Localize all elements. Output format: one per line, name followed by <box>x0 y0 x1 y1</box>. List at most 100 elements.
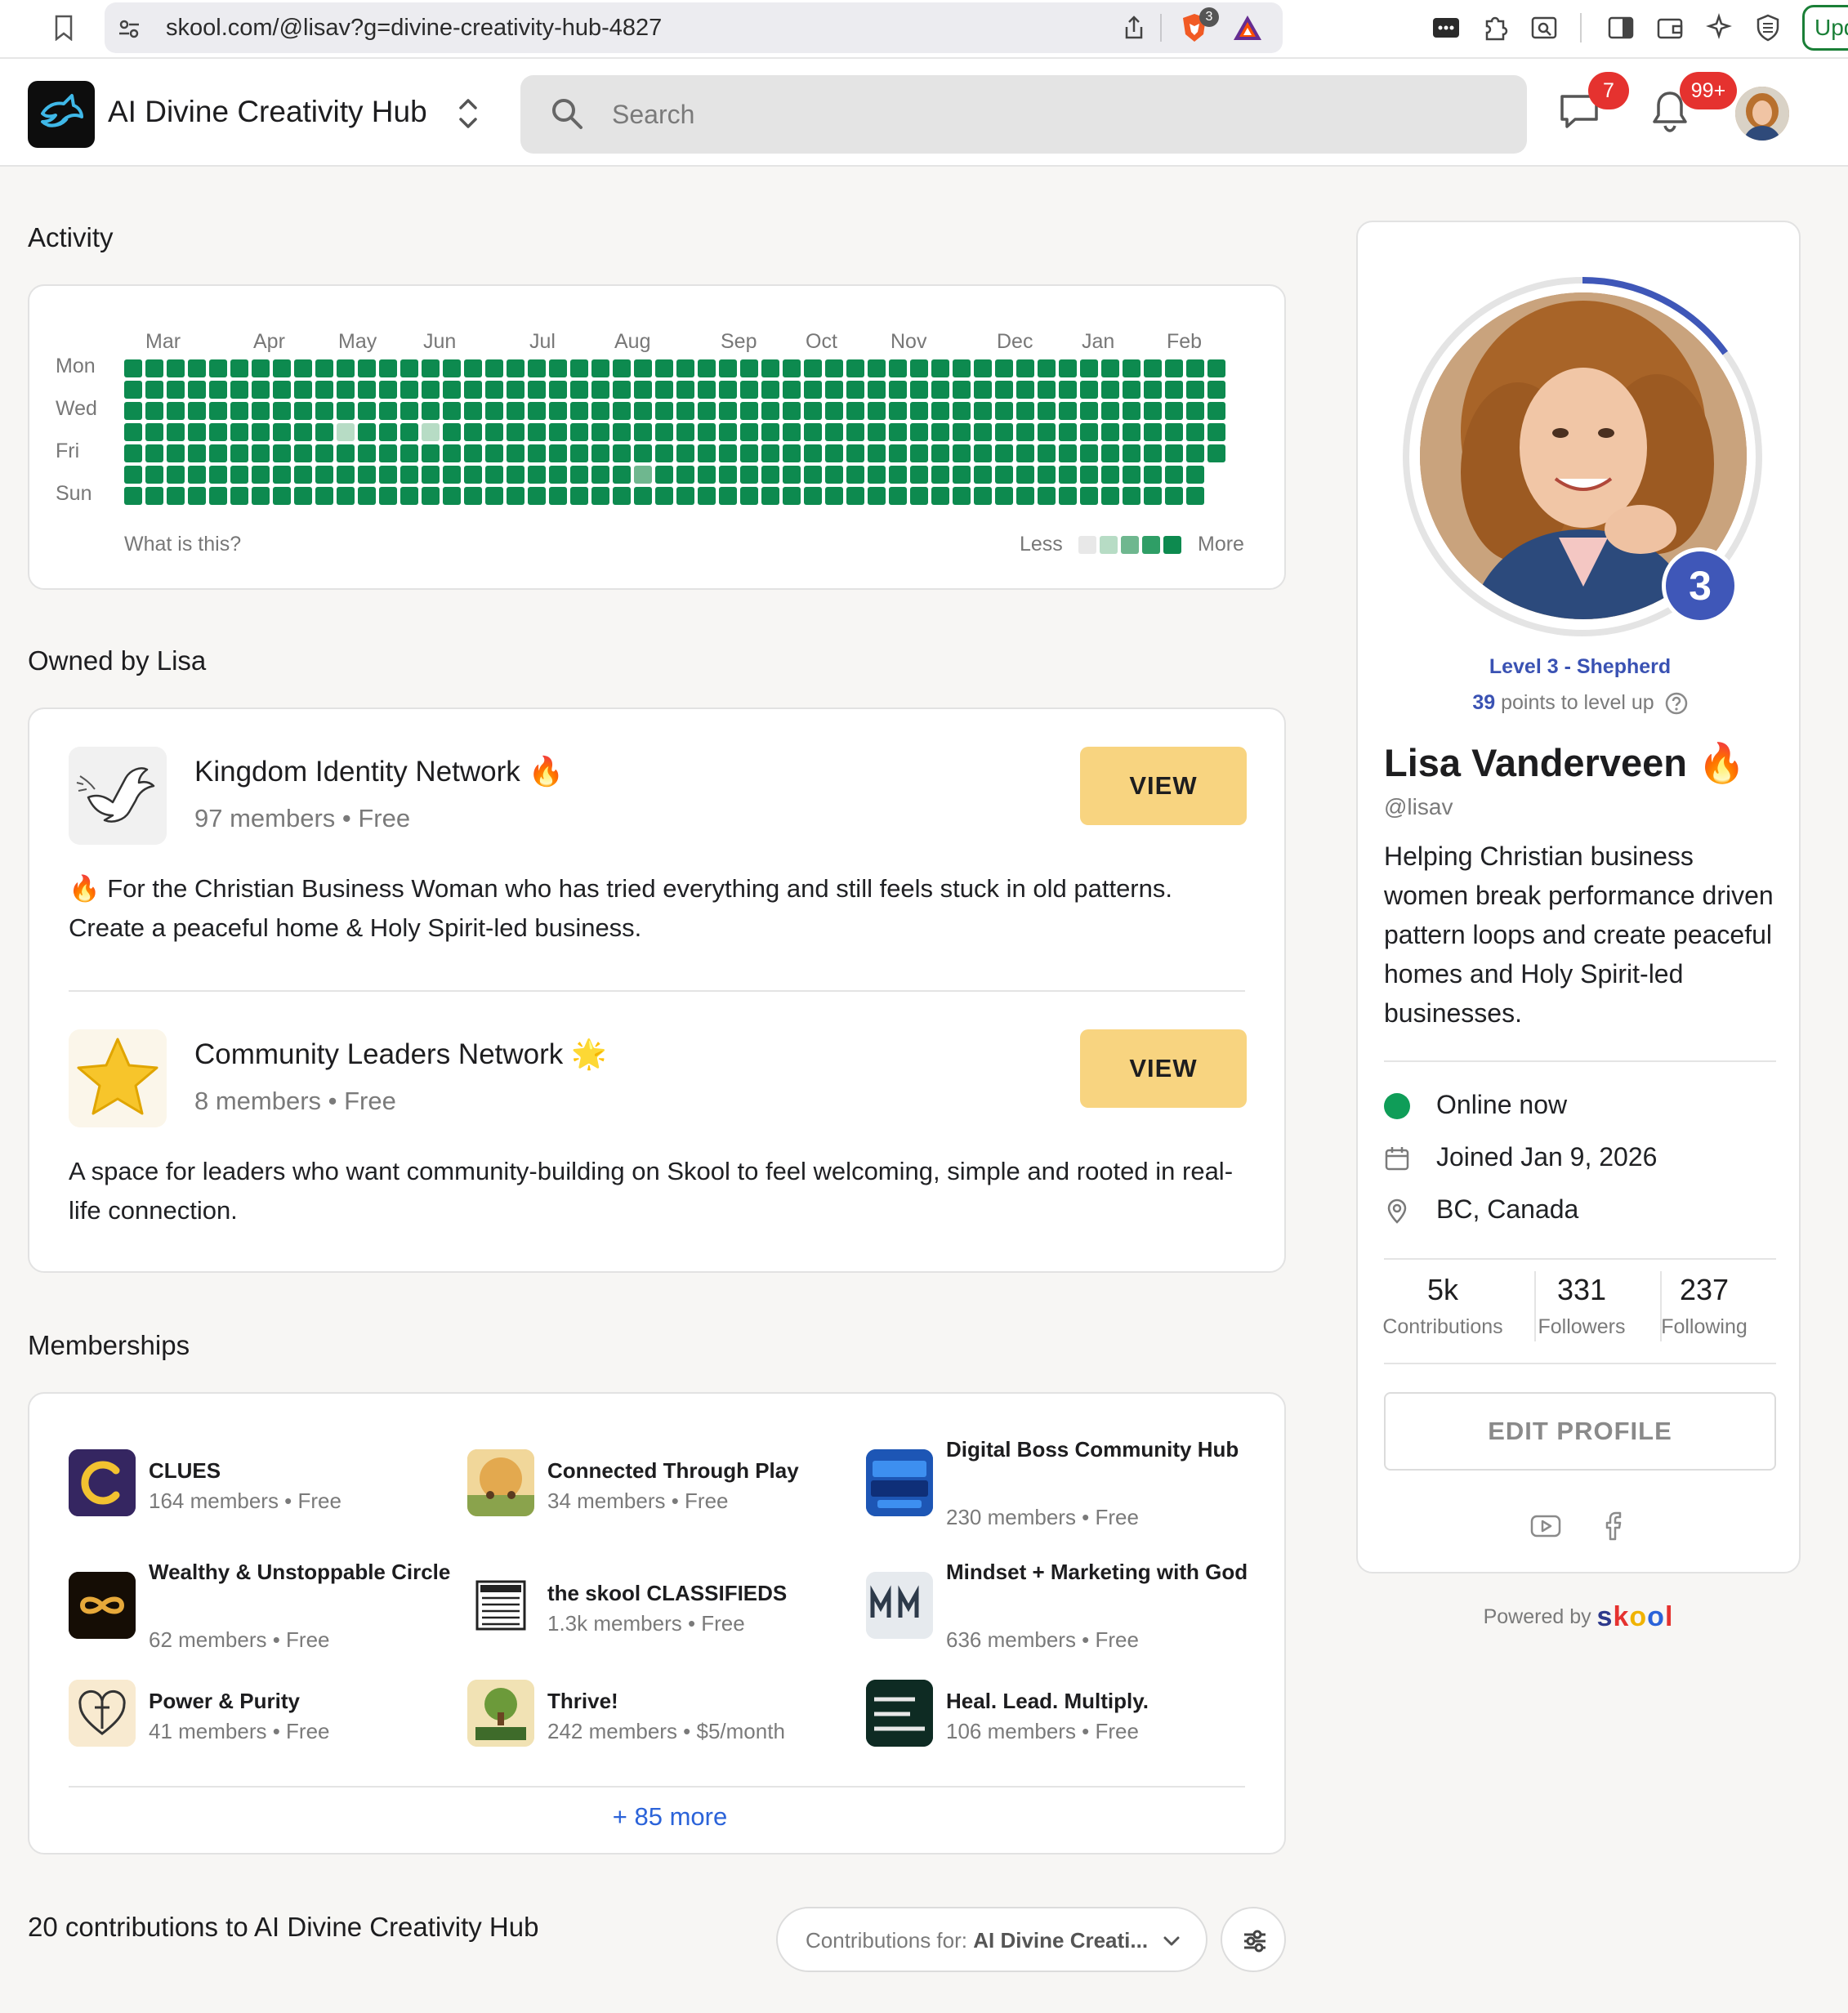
activity-cell[interactable] <box>676 444 694 462</box>
activity-cell[interactable] <box>825 466 843 484</box>
activity-cell[interactable] <box>528 359 546 377</box>
wallet-icon[interactable] <box>1655 13 1685 42</box>
activity-cell[interactable] <box>570 423 588 441</box>
activity-cell[interactable] <box>719 423 737 441</box>
activity-cell[interactable] <box>464 444 482 462</box>
activity-cell[interactable] <box>698 381 716 399</box>
activity-cell[interactable] <box>358 381 376 399</box>
activity-cell[interactable] <box>400 444 418 462</box>
activity-cell[interactable] <box>443 444 461 462</box>
activity-cell[interactable] <box>698 359 716 377</box>
activity-cell[interactable] <box>570 487 588 505</box>
activity-cell[interactable] <box>422 423 440 441</box>
activity-cell[interactable] <box>953 423 971 441</box>
activity-cell[interactable] <box>1038 402 1056 420</box>
activity-cell[interactable] <box>889 381 907 399</box>
activity-cell[interactable] <box>1038 444 1056 462</box>
activity-cell[interactable] <box>464 402 482 420</box>
activity-cell[interactable] <box>634 466 652 484</box>
activity-cell[interactable] <box>1207 444 1225 462</box>
activity-cell[interactable] <box>507 381 524 399</box>
activity-cell[interactable] <box>273 381 291 399</box>
activity-cell[interactable] <box>507 466 524 484</box>
activity-cell[interactable] <box>400 402 418 420</box>
activity-cell[interactable] <box>1186 381 1204 399</box>
url-text[interactable]: skool.com/@lisav?g=divine-creativity-hub… <box>166 15 662 42</box>
activity-cell[interactable] <box>719 381 737 399</box>
activity-cell[interactable] <box>252 402 270 420</box>
activity-cell[interactable] <box>698 466 716 484</box>
activity-cell[interactable] <box>761 444 779 462</box>
activity-cell[interactable] <box>1059 487 1077 505</box>
activity-cell[interactable] <box>167 487 185 505</box>
site-settings-icon[interactable] <box>118 17 141 40</box>
activity-cell[interactable] <box>995 423 1013 441</box>
activity-cell[interactable] <box>188 423 206 441</box>
activity-cell[interactable] <box>315 466 333 484</box>
activity-cell[interactable] <box>1123 466 1140 484</box>
activity-cell[interactable] <box>974 381 992 399</box>
activity-cell[interactable] <box>379 444 397 462</box>
activity-cell[interactable] <box>315 444 333 462</box>
stat-following[interactable]: 237 Following <box>1639 1273 1770 1339</box>
activity-cell[interactable] <box>591 423 609 441</box>
activity-cell[interactable] <box>846 466 864 484</box>
activity-cell[interactable] <box>761 487 779 505</box>
activity-cell[interactable] <box>1165 466 1183 484</box>
filter-settings-button[interactable] <box>1221 1907 1286 1972</box>
activity-cell[interactable] <box>1080 359 1098 377</box>
activity-cell[interactable] <box>315 487 333 505</box>
activity-cell[interactable] <box>230 487 248 505</box>
activity-cell[interactable] <box>1144 487 1162 505</box>
activity-cell[interactable] <box>846 402 864 420</box>
activity-cell[interactable] <box>485 444 503 462</box>
activity-cell[interactable] <box>634 381 652 399</box>
activity-cell[interactable] <box>1038 466 1056 484</box>
activity-cell[interactable] <box>549 487 567 505</box>
search-input[interactable] <box>612 95 1347 134</box>
activity-cell[interactable] <box>528 381 546 399</box>
activity-cell[interactable] <box>676 402 694 420</box>
activity-cell[interactable] <box>868 402 886 420</box>
activity-cell[interactable] <box>1080 423 1098 441</box>
activity-cell[interactable] <box>485 466 503 484</box>
activity-cell[interactable] <box>740 444 758 462</box>
contributions-filter-dropdown[interactable]: Contributions for: AI Divine Creati... <box>776 1907 1207 1972</box>
activity-cell[interactable] <box>740 402 758 420</box>
activity-cell[interactable] <box>1165 402 1183 420</box>
activity-cell[interactable] <box>740 466 758 484</box>
group-name[interactable]: AI Divine Creativity Hub <box>108 95 427 129</box>
activity-cell[interactable] <box>825 487 843 505</box>
activity-cell[interactable] <box>230 359 248 377</box>
activity-cell[interactable] <box>613 359 631 377</box>
activity-cell[interactable] <box>337 402 355 420</box>
activity-cell[interactable] <box>655 466 673 484</box>
activity-cell[interactable] <box>868 444 886 462</box>
activity-cell[interactable] <box>358 359 376 377</box>
activity-cell[interactable] <box>1123 423 1140 441</box>
activity-cell[interactable] <box>655 402 673 420</box>
activity-cell[interactable] <box>931 381 949 399</box>
activity-cell[interactable] <box>570 444 588 462</box>
activity-cell[interactable] <box>761 402 779 420</box>
activity-cell[interactable] <box>358 487 376 505</box>
activity-cell[interactable] <box>443 381 461 399</box>
activity-cell[interactable] <box>485 487 503 505</box>
activity-cell[interactable] <box>252 466 270 484</box>
activity-cell[interactable] <box>719 359 737 377</box>
activity-cell[interactable] <box>825 444 843 462</box>
activity-cell[interactable] <box>528 423 546 441</box>
activity-cell[interactable] <box>783 381 801 399</box>
activity-cell[interactable] <box>953 466 971 484</box>
activity-cell[interactable] <box>1186 423 1204 441</box>
activity-cell[interactable] <box>655 487 673 505</box>
activity-cell[interactable] <box>719 487 737 505</box>
activity-cell[interactable] <box>1165 423 1183 441</box>
activity-cell[interactable] <box>1059 381 1077 399</box>
activity-cell[interactable] <box>1059 444 1077 462</box>
activity-cell[interactable] <box>1123 359 1140 377</box>
activity-cell[interactable] <box>1059 466 1077 484</box>
activity-cell[interactable] <box>889 423 907 441</box>
activity-cell[interactable] <box>145 466 163 484</box>
activity-cell[interactable] <box>1016 402 1034 420</box>
